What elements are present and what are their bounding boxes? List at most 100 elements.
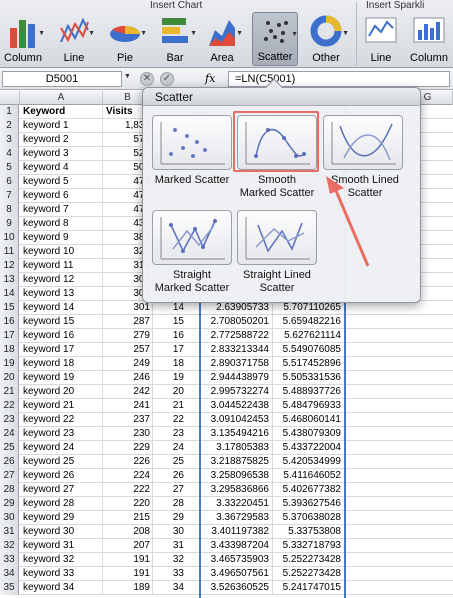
cell-keyword[interactable]: keyword 6 [20, 189, 103, 203]
cell-visits[interactable]: 208 [103, 525, 153, 539]
cell-ln-rank[interactable]: 2.708050201 [200, 315, 273, 329]
cell-keyword[interactable]: keyword 11 [20, 259, 103, 273]
cell-ln-rank[interactable]: 2.63905733 [200, 301, 273, 315]
cell-keyword[interactable]: keyword 14 [20, 301, 103, 315]
cell-rank[interactable]: 15 [153, 315, 200, 329]
cell-keyword[interactable]: keyword 30 [20, 525, 103, 539]
cell-rank[interactable]: 32 [153, 553, 200, 567]
row-header[interactable]: 17 [0, 329, 19, 343]
row-header[interactable]: 15 [0, 301, 19, 315]
cell-keyword[interactable]: keyword 23 [20, 427, 103, 441]
cancel-icon[interactable]: ✕ [140, 72, 154, 86]
row-header[interactable]: 32 [0, 539, 19, 553]
row-header[interactable]: 8 [0, 203, 19, 217]
select-all-corner[interactable] [0, 91, 20, 105]
cell-visits[interactable]: 222 [103, 483, 153, 497]
cell-rank[interactable]: 20 [153, 385, 200, 399]
cell-ln-visits[interactable]: 5.517452896 [273, 357, 345, 371]
cell-ln-visits[interactable]: 5.484796933 [273, 399, 345, 413]
cell-ln-rank[interactable]: 3.401197382 [200, 525, 273, 539]
cell-ln-visits[interactable]: 5.505331536 [273, 371, 345, 385]
row-header[interactable]: 10 [0, 231, 19, 245]
row-header[interactable]: 28 [0, 483, 19, 497]
cell-rank[interactable]: 26 [153, 469, 200, 483]
row-header[interactable]: 33 [0, 553, 19, 567]
cell-keyword[interactable]: keyword 27 [20, 483, 103, 497]
cell-rank[interactable]: 25 [153, 455, 200, 469]
cell-rank[interactable]: 18 [153, 357, 200, 371]
cell-visits[interactable]: 279 [103, 329, 153, 343]
cell-keyword[interactable]: keyword 33 [20, 567, 103, 581]
straight-marked-scatter-option[interactable] [152, 210, 232, 265]
row-header[interactable]: 2 [0, 119, 19, 133]
row-header[interactable]: 29 [0, 497, 19, 511]
row-header[interactable]: 21 [0, 385, 19, 399]
cell-keyword[interactable]: keyword 15 [20, 315, 103, 329]
cell-rank[interactable]: 22 [153, 413, 200, 427]
cell-visits[interactable]: 226 [103, 455, 153, 469]
other-chart-button[interactable]: ▼ Other [304, 12, 349, 66]
scatter-chart-button[interactable]: ▼ Scatter [252, 12, 298, 66]
cell-ln-visits[interactable]: 5.627621114 [273, 329, 345, 343]
cell-visits[interactable]: 242 [103, 385, 153, 399]
sparkline-column-button[interactable]: Column [406, 12, 452, 66]
cell-rank[interactable]: 17 [153, 343, 200, 357]
cell-keyword[interactable]: keyword 1 [20, 119, 103, 133]
cell-rank[interactable]: 16 [153, 329, 200, 343]
cell-keyword[interactable]: keyword 24 [20, 441, 103, 455]
cell-keyword[interactable]: keyword 32 [20, 553, 103, 567]
cell-ln-rank[interactable]: 3.258096538 [200, 469, 273, 483]
cell-keyword-header[interactable]: Keyword [20, 105, 103, 119]
cell-ln-rank[interactable]: 2.995732274 [200, 385, 273, 399]
row-header[interactable]: 30 [0, 511, 19, 525]
area-chart-button[interactable]: ▼ Area [202, 12, 243, 66]
cell-visits[interactable]: 224 [103, 469, 153, 483]
row-header[interactable]: 12 [0, 259, 19, 273]
cell-ln-visits[interactable]: 5.241747015 [273, 581, 345, 595]
row-header[interactable]: 23 [0, 413, 19, 427]
row-header[interactable]: 5 [0, 161, 19, 175]
cell-keyword[interactable]: keyword 21 [20, 399, 103, 413]
cell-visits[interactable]: 229 [103, 441, 153, 455]
function-icon[interactable]: fx [205, 72, 215, 85]
cell-ln-rank[interactable]: 3.36729583 [200, 511, 273, 525]
row-header[interactable]: 31 [0, 525, 19, 539]
cell-keyword[interactable]: keyword 5 [20, 175, 103, 189]
cell-keyword[interactable]: keyword 20 [20, 385, 103, 399]
cell-ln-rank[interactable]: 2.890371758 [200, 357, 273, 371]
cell-rank[interactable]: 30 [153, 525, 200, 539]
row-header[interactable]: 1 [0, 105, 19, 119]
cell-keyword[interactable]: keyword 34 [20, 581, 103, 595]
row-header[interactable]: 7 [0, 189, 19, 203]
row-header[interactable]: 35 [0, 581, 19, 595]
row-header[interactable]: 24 [0, 427, 19, 441]
cell-ln-rank[interactable]: 3.433987204 [200, 539, 273, 553]
row-header[interactable]: 19 [0, 357, 19, 371]
cell-rank[interactable]: 19 [153, 371, 200, 385]
column-chart-button[interactable]: ▼ Column [2, 12, 45, 66]
cell-ln-visits[interactable]: 5.488937726 [273, 385, 345, 399]
cell-rank[interactable]: 24 [153, 441, 200, 455]
cell-ln-visits[interactable]: 5.549076085 [273, 343, 345, 357]
cell-keyword[interactable]: keyword 2 [20, 133, 103, 147]
cell-visits[interactable]: 249 [103, 357, 153, 371]
cell-visits[interactable]: 301 [103, 301, 153, 315]
cell-ln-rank[interactable]: 3.044522438 [200, 399, 273, 413]
cell-ln-visits[interactable]: 5.332718793 [273, 539, 345, 553]
cell-ln-visits[interactable]: 5.370638028 [273, 511, 345, 525]
cell-keyword[interactable]: keyword 13 [20, 287, 103, 301]
cell-ln-visits[interactable]: 5.402677382 [273, 483, 345, 497]
chevron-down-icon[interactable]: ▼ [124, 73, 131, 80]
cell-ln-visits[interactable]: 5.468060141 [273, 413, 345, 427]
row-header[interactable]: 3 [0, 133, 19, 147]
cell-ln-visits[interactable]: 5.659482216 [273, 315, 345, 329]
marked-scatter-option[interactable] [152, 115, 232, 170]
row-header[interactable]: 26 [0, 455, 19, 469]
row-header[interactable]: 9 [0, 217, 19, 231]
cell-keyword[interactable]: keyword 25 [20, 455, 103, 469]
cell-visits[interactable]: 237 [103, 413, 153, 427]
cell-visits[interactable]: 189 [103, 581, 153, 595]
cell-visits[interactable]: 191 [103, 567, 153, 581]
cell-keyword[interactable]: keyword 9 [20, 231, 103, 245]
cell-keyword[interactable]: keyword 4 [20, 161, 103, 175]
